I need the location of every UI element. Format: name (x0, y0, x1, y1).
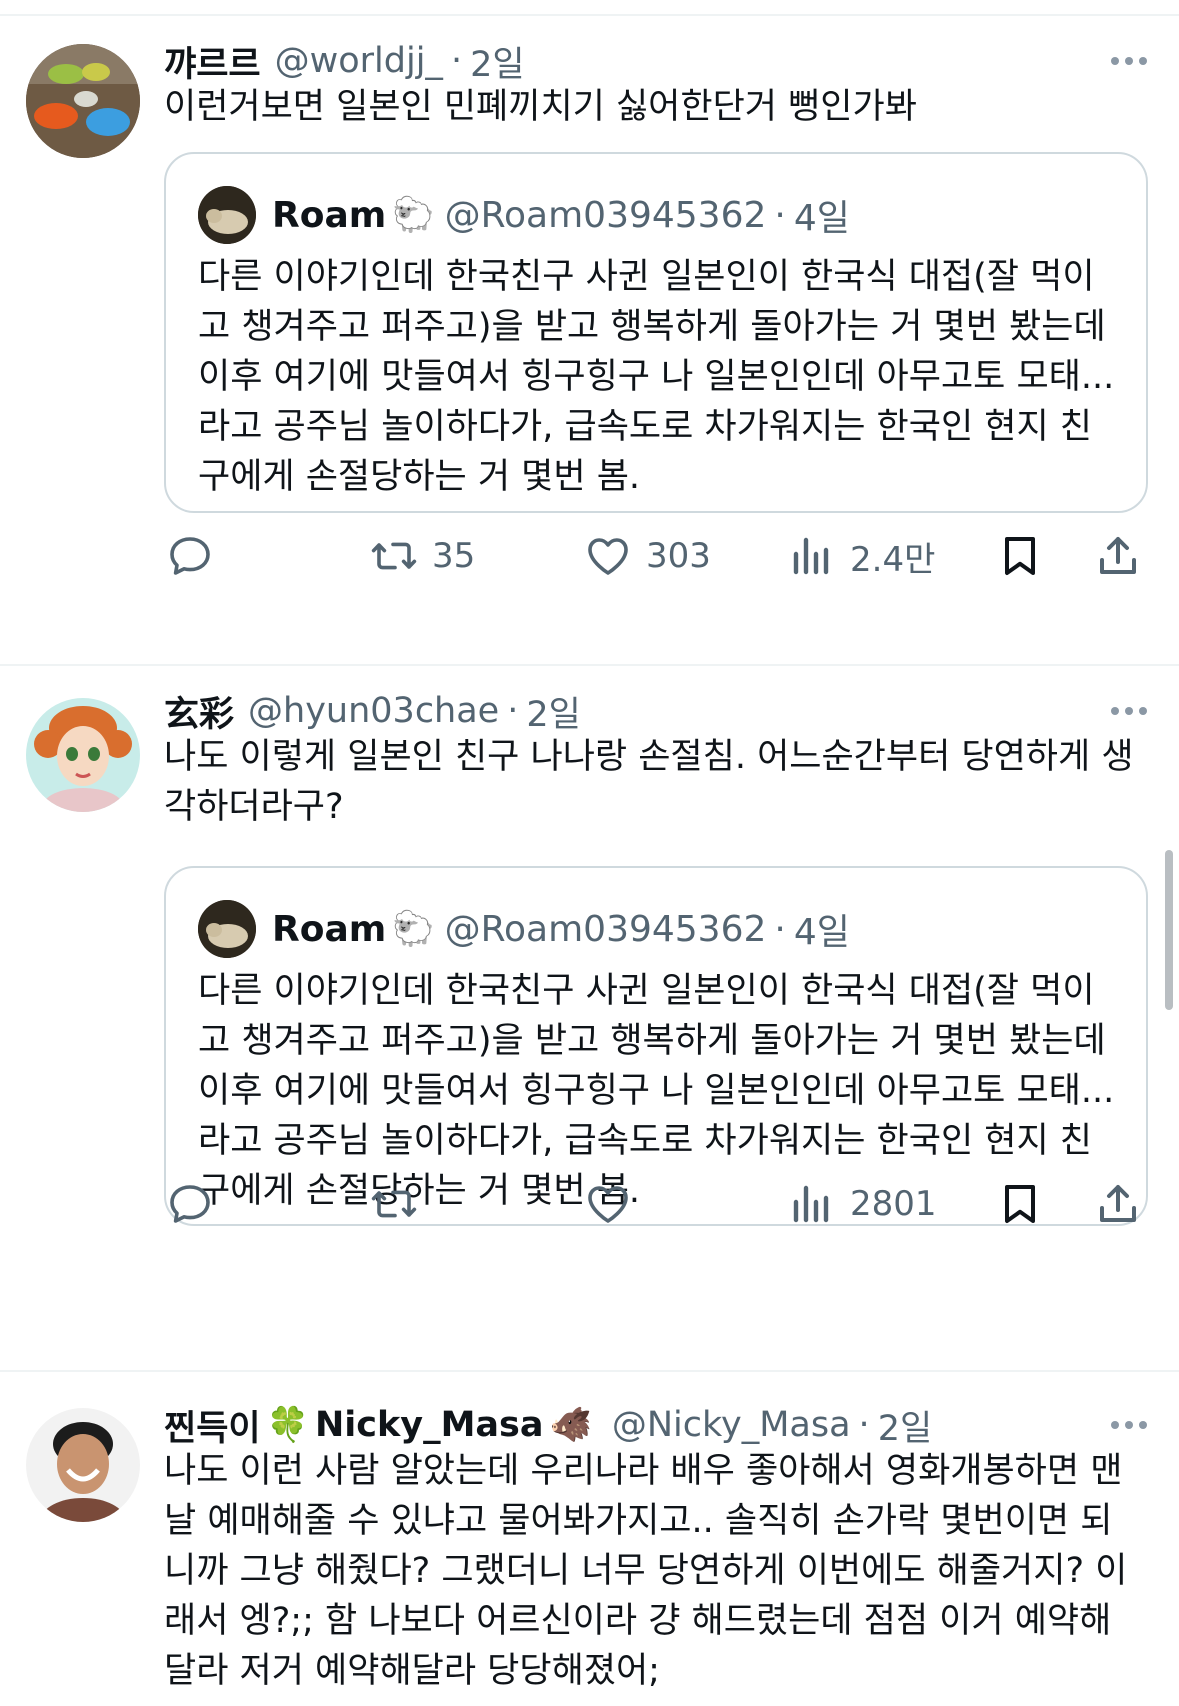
more-icon[interactable] (1101, 46, 1157, 76)
more-icon[interactable] (1101, 1410, 1157, 1440)
timestamp[interactable]: 2일 (526, 686, 580, 736)
quote-header: Roam 🐑 @Roam03945362 · 4일 (272, 190, 850, 240)
views-button[interactable]: 2801 (788, 1174, 937, 1234)
quote-header: Roam 🐑 @Roam03945362 · 4일 (272, 904, 850, 954)
sheep-emoji: 🐑 (392, 909, 435, 949)
handle: @Roam03945362 (444, 908, 767, 950)
separator-dot: · (450, 41, 463, 81)
tweet-text: 나도 이렇게 일본인 친구 나나랑 손절침. 어느순간부터 당연하게 생각하더라… (164, 737, 1134, 827)
views-count: 2.4만 (850, 539, 936, 580)
bookmark-icon (1005, 1185, 1035, 1223)
like-button[interactable] (584, 1174, 646, 1234)
repost-button[interactable]: 35 (370, 526, 475, 586)
clover-emoji: 🍀 (266, 1405, 309, 1445)
more-icon[interactable] (1101, 696, 1157, 726)
timestamp[interactable]: 2일 (878, 1400, 932, 1450)
quote-text: 다른 이야기인데 한국친구 사귄 일본인이 한국식 대접(잘 먹이고 챙겨주고 … (198, 257, 1115, 497)
avatar[interactable] (26, 44, 140, 158)
avatar[interactable] (26, 698, 140, 812)
quoted-tweet[interactable]: Roam 🐑 @Roam03945362 · 4일 다른 이야기인데 한국친구 … (164, 152, 1148, 513)
quoted-tweet[interactable]: Roam 🐑 @Roam03945362 · 4일 다른 이야기인데 한국친구 … (164, 866, 1148, 1226)
reply-button[interactable] (166, 526, 228, 586)
sheep-emoji: 🐑 (392, 195, 435, 235)
scrollbar[interactable] (1165, 850, 1173, 1010)
separator-dot: · (507, 691, 519, 731)
display-name[interactable]: 玄彩 (164, 686, 234, 736)
share-icon (1100, 537, 1136, 574)
bookmark-icon (1005, 537, 1035, 575)
tweet-3[interactable]: 찐득이 🍀 Nicky_Masa 🐗 @Nicky_Masa · 2일 나도 이… (0, 1372, 1179, 1706)
action-bar: 2801 (0, 1174, 1179, 1234)
share-icon (1100, 1185, 1136, 1222)
tweet-text: 나도 이런 사람 알았는데 우리나라 배우 좋아해서 영화개봉하면 맨날 예매해… (164, 1451, 1128, 1691)
repost-button[interactable] (370, 1174, 432, 1234)
handle: @Roam03945362 (444, 194, 767, 236)
like-icon (588, 538, 628, 575)
separator-dot: · (774, 908, 786, 950)
tweet-1[interactable]: 꺄르르 @worldjj_ · 2일 이런거보면 일본인 민폐끼치기 싫어한단거… (0, 0, 1179, 612)
tweet-header: 꺄르르 @worldjj_ · 2일 (164, 36, 1089, 86)
bookmark-button[interactable] (996, 526, 1044, 586)
share-button[interactable] (1094, 526, 1142, 586)
display-name-prefix[interactable]: 찐득이 (164, 1400, 261, 1450)
action-bar: 35 303 2.4만 (0, 526, 1179, 586)
repost-count: 35 (432, 536, 476, 576)
display-name: Roam (272, 908, 387, 950)
tweet-2[interactable]: 玄彩 @hyun03chae · 2일 나도 이렇게 일본인 친구 나나랑 손절… (0, 650, 1179, 1260)
avatar[interactable] (26, 1408, 140, 1522)
avatar (198, 186, 256, 244)
display-name[interactable]: 꺄르르 (164, 36, 261, 86)
reply-icon (170, 1185, 210, 1223)
reply-button[interactable] (166, 1174, 228, 1234)
separator-dot: · (774, 194, 786, 236)
bookmark-button[interactable] (996, 1174, 1044, 1234)
tweet-text: 이런거보면 일본인 민폐끼치기 싫어한단거 뻥인가봐 (164, 87, 917, 127)
separator-dot: · (858, 1405, 870, 1445)
display-name[interactable]: Nicky_Masa (315, 1405, 544, 1445)
boar-emoji: 🐗 (549, 1405, 592, 1445)
handle[interactable]: @Nicky_Masa (612, 1405, 851, 1445)
avatar (198, 900, 256, 958)
timestamp: 4일 (793, 198, 850, 239)
tweet-header: 찐득이 🍀 Nicky_Masa 🐗 @Nicky_Masa · 2일 (164, 1400, 1089, 1450)
views-icon (793, 537, 829, 575)
timestamp: 4일 (793, 912, 850, 953)
like-button[interactable]: 303 (584, 526, 711, 586)
repost-icon (371, 1190, 417, 1218)
tweet-header: 玄彩 @hyun03chae · 2일 (164, 686, 1089, 736)
display-name: Roam (272, 194, 387, 236)
share-button[interactable] (1094, 1174, 1142, 1234)
handle[interactable]: @worldjj_ (275, 41, 443, 81)
views-button[interactable]: 2.4만 (788, 526, 935, 586)
views-count: 2801 (850, 1184, 937, 1224)
like-count: 303 (646, 536, 711, 576)
repost-icon (371, 542, 417, 570)
views-icon (793, 1185, 829, 1223)
like-icon (588, 1186, 628, 1223)
reply-icon (170, 537, 210, 575)
timestamp[interactable]: 2일 (470, 36, 524, 86)
handle[interactable]: @hyun03chae (248, 691, 499, 731)
